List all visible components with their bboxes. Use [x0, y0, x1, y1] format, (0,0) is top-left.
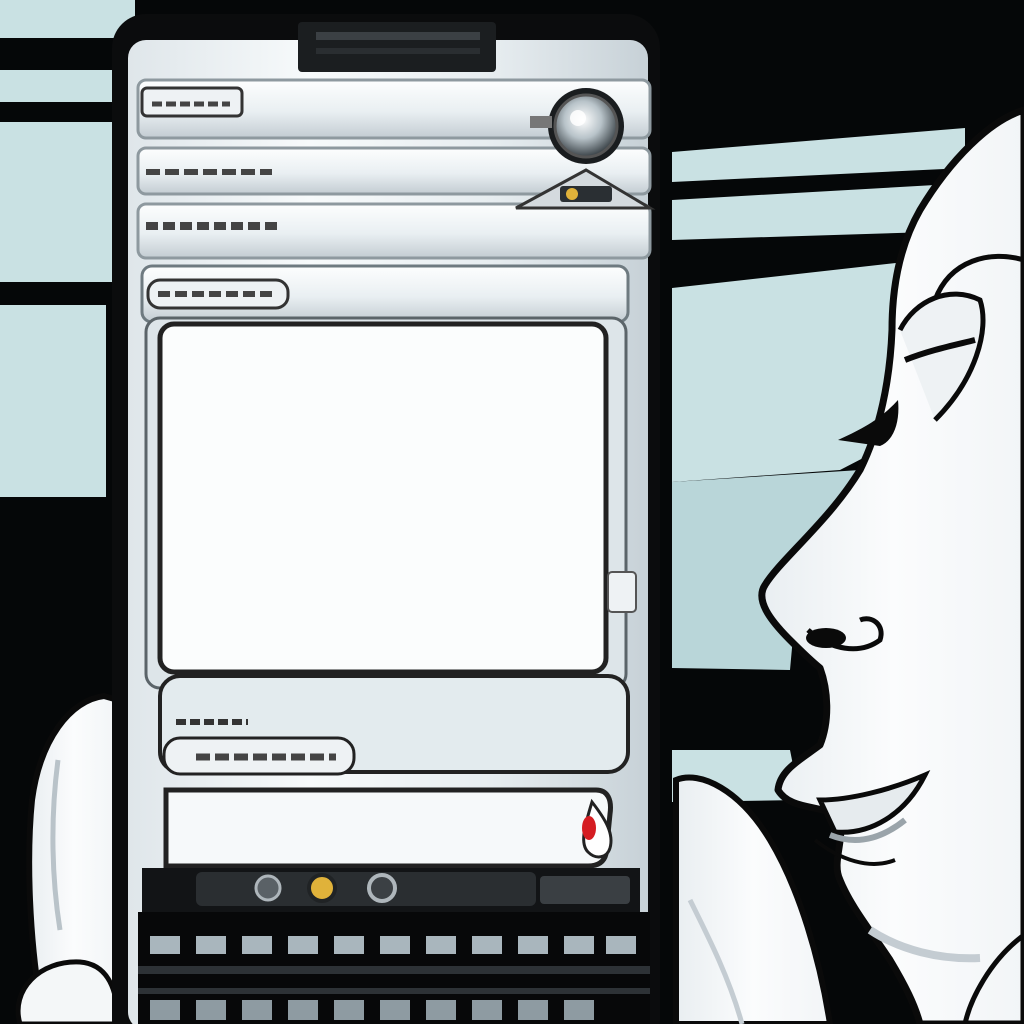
speaker-grille — [298, 22, 496, 72]
device — [112, 14, 660, 1024]
lower-panel — [158, 674, 630, 776]
port-icon — [254, 873, 397, 903]
band-3 — [136, 202, 652, 260]
illustration-scene — [0, 0, 1024, 1024]
port-strip — [142, 868, 640, 912]
display-area — [157, 321, 609, 675]
keyboard — [138, 912, 650, 1024]
band-4 — [140, 264, 630, 324]
main-screen — [144, 316, 637, 690]
